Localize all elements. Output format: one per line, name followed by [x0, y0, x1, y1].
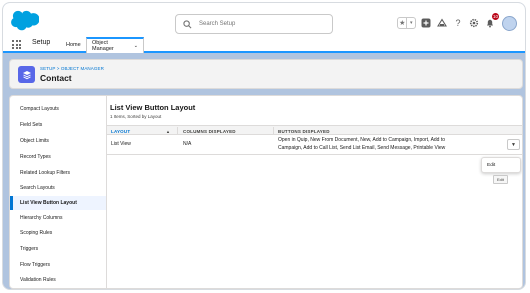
- sidebar-item-record-types[interactable]: Record Types: [10, 150, 106, 164]
- sidebar-item-validation-rules[interactable]: Validation Rules: [10, 273, 106, 287]
- column-header-label: COLUMNS DISPLAYED: [183, 128, 236, 134]
- sidebar-item-label: Hierarchy Columns: [20, 215, 63, 221]
- sidebar-item-label: Scoping Rules: [20, 230, 53, 236]
- section-title: List View Button Layout: [110, 103, 196, 112]
- tab-home[interactable]: Home: [61, 37, 86, 53]
- sidebar: Compact Layouts Field Sets Object Limits…: [10, 96, 107, 288]
- search-placeholder: Search Setup: [199, 21, 236, 27]
- notification-count-badge: 10: [491, 13, 499, 20]
- sidebar-item-label: Record Types: [20, 154, 51, 160]
- cell-buttons-line-1: Open in Quip, New From Document, New, Ad…: [278, 137, 446, 143]
- app-launcher-icon[interactable]: [12, 40, 21, 49]
- sidebar-item-label: Field Sets: [20, 122, 43, 128]
- row-actions-menu: Edit: [481, 157, 521, 173]
- global-actions-icon[interactable]: [420, 17, 432, 29]
- guidance-center-icon[interactable]: [436, 17, 448, 29]
- row-actions-button[interactable]: ▼: [507, 139, 520, 150]
- sort-ascending-icon: ▲: [166, 128, 171, 134]
- sidebar-item-search-layouts[interactable]: Search Layouts: [10, 181, 106, 195]
- chevron-down-icon: ▼: [511, 141, 516, 148]
- edit-tooltip: Edit: [493, 175, 508, 184]
- sidebar-item-object-limits[interactable]: Object Limits: [10, 134, 106, 148]
- object-header: SETUP > OBJECT MANAGER Contact: [9, 59, 523, 89]
- setup-search-input[interactable]: Search Setup: [175, 14, 333, 34]
- help-icon[interactable]: ?: [452, 17, 464, 29]
- page-title: Contact: [40, 73, 72, 83]
- chevron-down-icon[interactable]: ⌄: [134, 43, 138, 49]
- body-panel: Compact Layouts Field Sets Object Limits…: [9, 95, 523, 289]
- sidebar-item-label: Search Layouts: [20, 185, 55, 191]
- app-window: Search Setup ★ ▾ ? 10 Setup Home Object …: [2, 2, 526, 290]
- global-header: Search Setup ★ ▾ ? 10: [3, 3, 525, 37]
- tab-object-manager-label: Object Manager: [92, 40, 114, 52]
- column-header-label: BUTTONS DISPLAYED: [278, 128, 330, 134]
- main-content: List View Button Layout 1 Items, Sorted …: [107, 96, 522, 288]
- sidebar-item-scoping-rules[interactable]: Scoping Rules: [10, 226, 106, 240]
- sidebar-item-label: List View Button Layout: [20, 200, 77, 206]
- sidebar-item-compact-layouts[interactable]: Compact Layouts: [10, 102, 106, 116]
- search-icon: [183, 19, 192, 28]
- sidebar-item-field-sets[interactable]: Field Sets: [10, 118, 106, 132]
- tab-object-manager[interactable]: Object Manager ⌄: [86, 37, 144, 53]
- sidebar-item-flow-triggers[interactable]: Flow Triggers: [10, 258, 106, 272]
- header-utility-icons: ★ ▾ ? 10: [397, 13, 517, 33]
- menu-item-edit[interactable]: Edit: [487, 163, 495, 168]
- user-avatar[interactable]: [502, 15, 517, 31]
- sidebar-item-related-lookup-filters[interactable]: Related Lookup Filters: [10, 166, 106, 180]
- column-header-label: LAYOUT: [111, 128, 131, 134]
- table-row: List View N/A Open in Quip, New From Doc…: [107, 135, 522, 155]
- table-header: LAYOUT ▲ COLUMNS DISPLAYED BUTTONS DISPL…: [107, 125, 522, 135]
- cell-buttons-line-2: Campaign, Add to Call List, Send List Em…: [278, 145, 446, 151]
- favorite-star-icon[interactable]: ★: [398, 18, 408, 28]
- tab-home-label: Home: [66, 42, 81, 48]
- favorites-group: ★ ▾: [397, 17, 416, 29]
- column-divider: [177, 127, 178, 135]
- favorites-list-chevron-icon[interactable]: ▾: [407, 18, 415, 28]
- sidebar-item-label: Compact Layouts: [20, 106, 59, 112]
- sidebar-item-label: Triggers: [20, 246, 39, 252]
- column-divider: [273, 127, 274, 135]
- sidebar-item-label: Related Lookup Filters: [20, 170, 71, 176]
- app-name: Setup: [32, 39, 51, 46]
- object-manager-layers-icon: [18, 66, 35, 83]
- sidebar-item-hierarchy-columns[interactable]: Hierarchy Columns: [10, 211, 106, 225]
- sidebar-item-label: Object Limits: [20, 138, 49, 144]
- cell-layout[interactable]: List View: [111, 141, 131, 149]
- sidebar-item-list-view-button-layout[interactable]: List View Button Layout: [10, 196, 106, 210]
- sidebar-item-label: Validation Rules: [20, 277, 56, 283]
- setup-gear-icon[interactable]: [468, 17, 480, 29]
- sidebar-item-label: Flow Triggers: [20, 262, 51, 268]
- breadcrumb[interactable]: SETUP > OBJECT MANAGER: [40, 66, 104, 71]
- context-bar: Setup Home Object Manager ⌄: [3, 37, 525, 53]
- section-subtitle: 1 Items, Sorted by Layout: [110, 114, 162, 119]
- sidebar-item-triggers[interactable]: Triggers: [10, 242, 106, 256]
- salesforce-logo[interactable]: [11, 9, 39, 31]
- notifications-bell-icon[interactable]: 10: [484, 13, 499, 29]
- cell-columns-displayed: N/A: [183, 141, 192, 147]
